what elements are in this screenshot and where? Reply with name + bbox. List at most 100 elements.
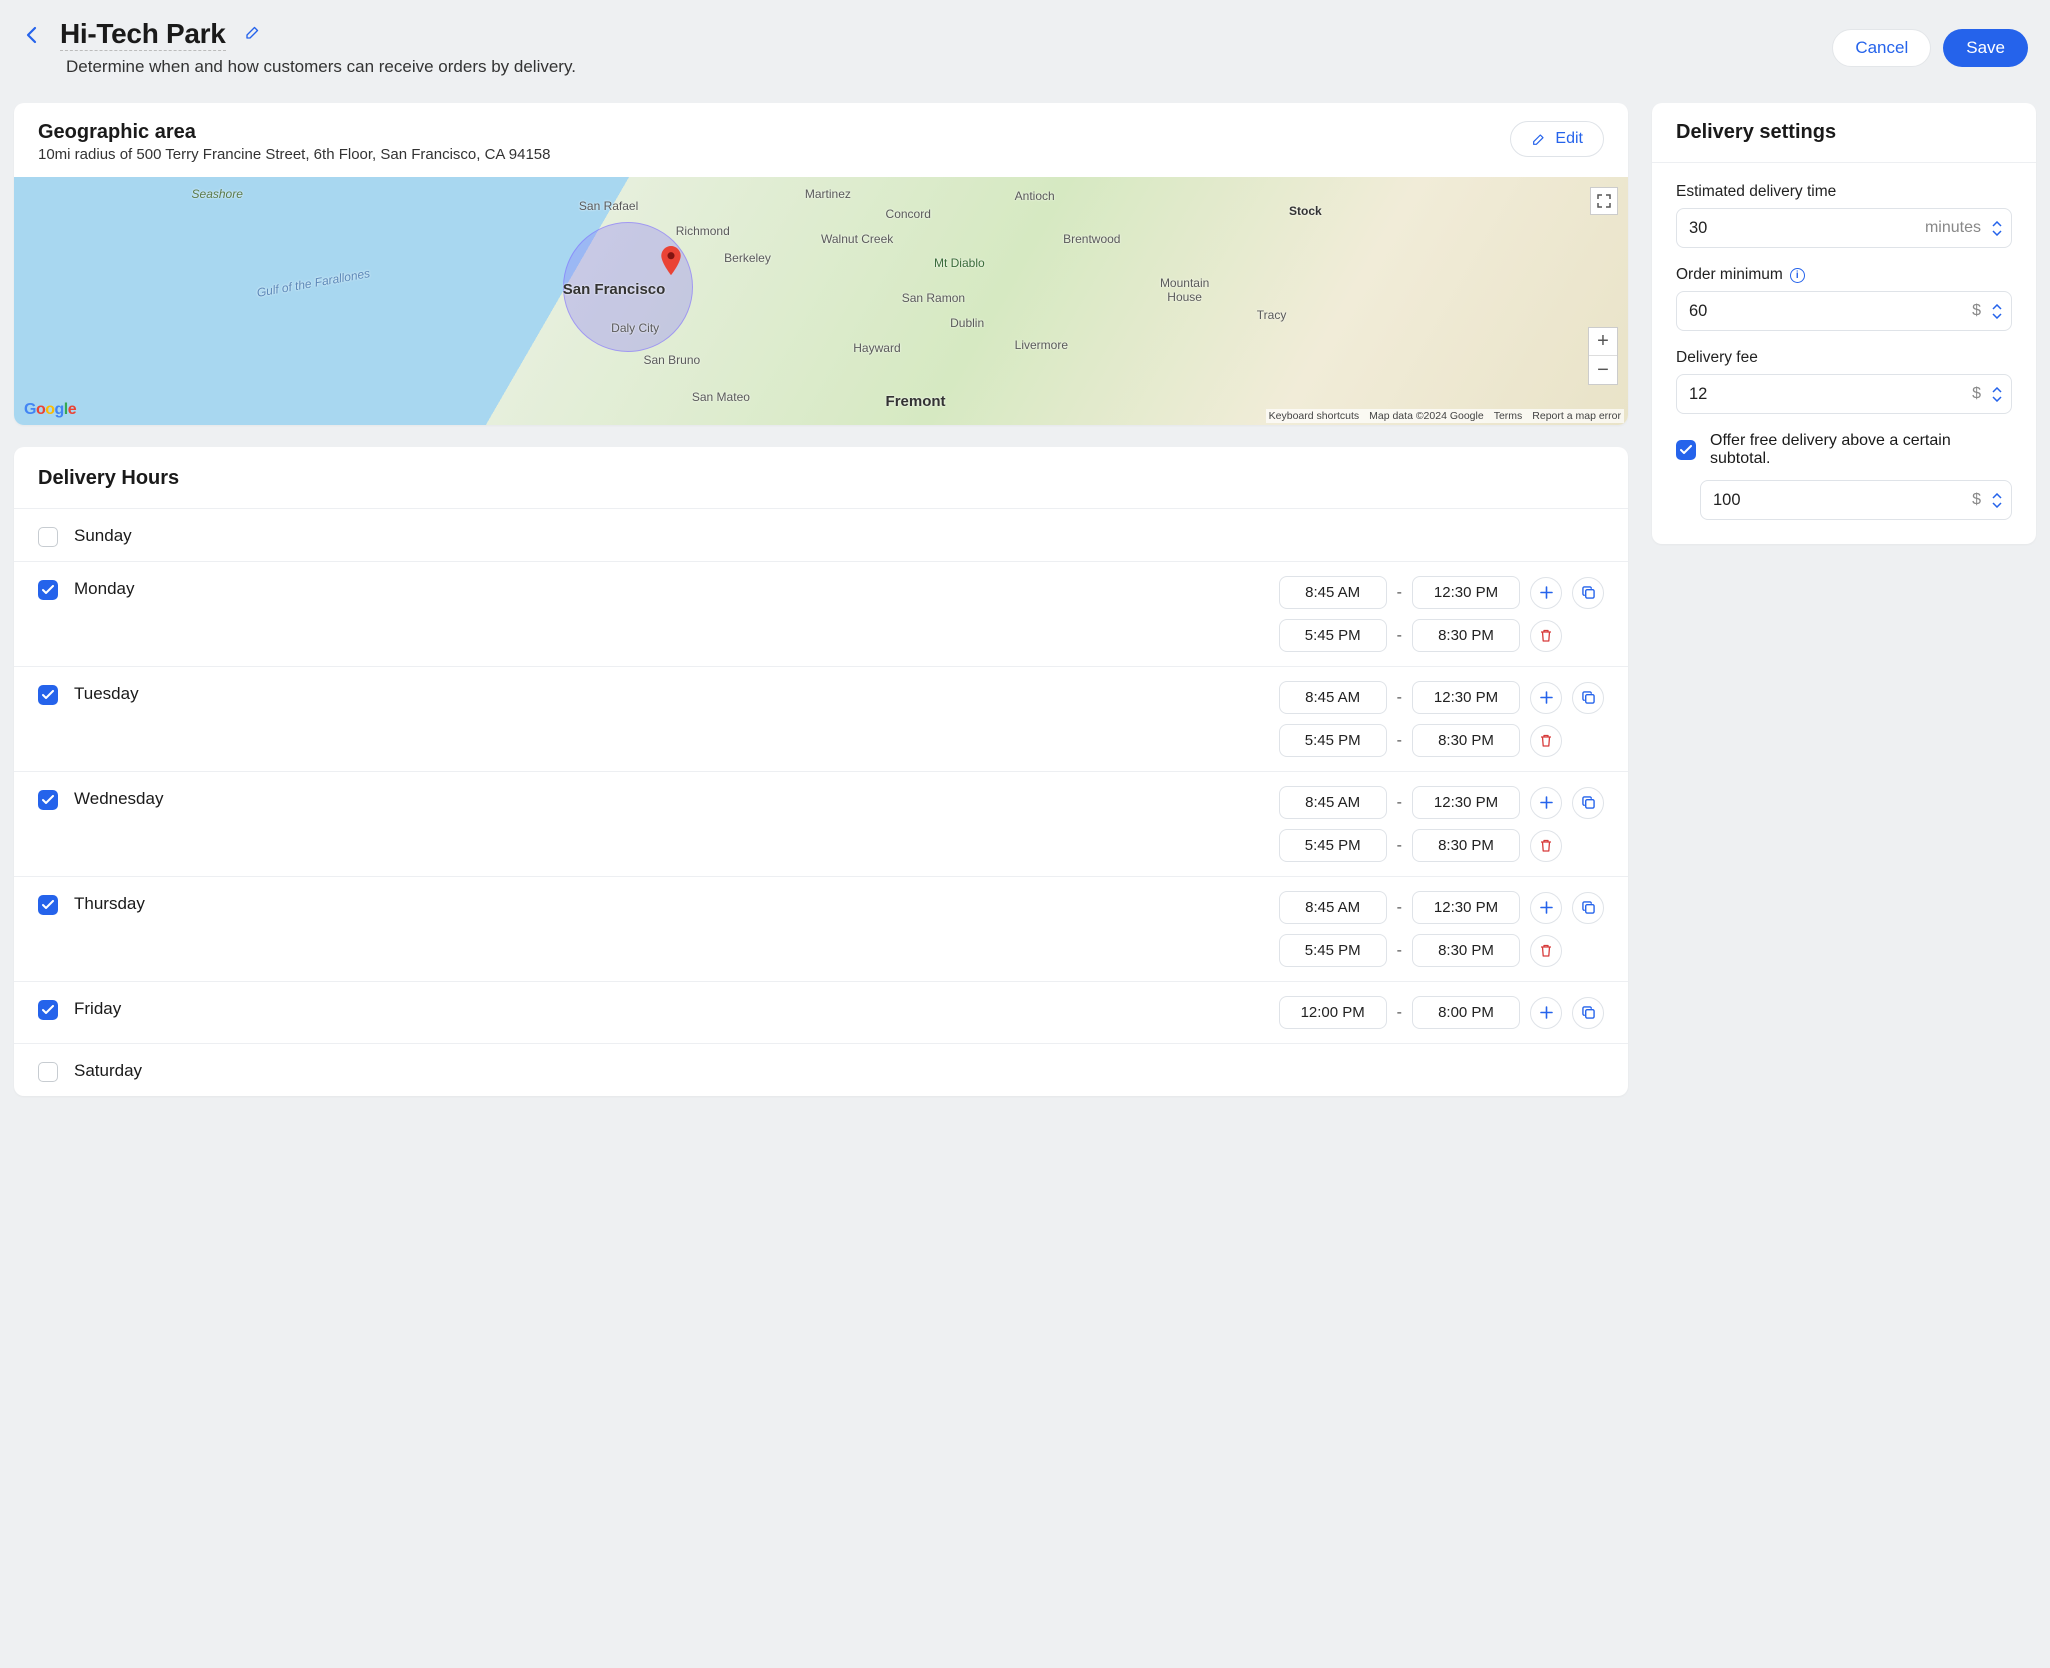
map-label: Stock — [1289, 204, 1322, 218]
map-label: Dublin — [950, 316, 984, 330]
time-end-input[interactable] — [1412, 724, 1520, 757]
map-label: Berkeley — [724, 251, 771, 265]
stepper-down-button[interactable] — [1991, 500, 2003, 509]
time-start-input[interactable] — [1279, 786, 1387, 819]
edit-title-icon[interactable] — [244, 23, 262, 46]
chevron-up-icon — [1992, 387, 2002, 393]
copy-slot-button[interactable] — [1572, 892, 1604, 924]
stepper-up-button[interactable] — [1991, 302, 2003, 311]
add-slot-button[interactable] — [1530, 577, 1562, 609]
stepper-down-button[interactable] — [1991, 228, 2003, 237]
info-icon[interactable]: i — [1790, 268, 1805, 283]
time-end-input[interactable] — [1412, 681, 1520, 714]
day-checkbox-sunday[interactable] — [38, 527, 58, 547]
day-checkbox-saturday[interactable] — [38, 1062, 58, 1082]
stepper-up-button[interactable] — [1991, 385, 2003, 394]
copy-slot-button[interactable] — [1572, 787, 1604, 819]
chevron-up-icon — [1992, 221, 2002, 227]
map-label: Walnut Creek — [821, 232, 893, 246]
day-row-saturday: Saturday — [14, 1043, 1628, 1096]
edit-geo-button[interactable]: Edit — [1510, 121, 1604, 157]
time-start-input[interactable] — [1279, 619, 1387, 652]
map-zoom-in-button[interactable]: + — [1589, 328, 1617, 356]
map-fullscreen-button[interactable] — [1590, 187, 1618, 215]
delete-slot-button[interactable] — [1530, 830, 1562, 862]
free-delivery-checkbox[interactable] — [1676, 440, 1696, 460]
delivery-fee-input[interactable] — [1689, 385, 1972, 404]
time-start-input[interactable] — [1279, 996, 1387, 1029]
day-checkbox-tuesday[interactable] — [38, 685, 58, 705]
day-label: Thursday — [74, 891, 224, 914]
order-minimum-input[interactable] — [1689, 302, 1972, 321]
chevron-up-icon — [1992, 304, 2002, 310]
time-start-input[interactable] — [1279, 891, 1387, 924]
back-button[interactable] — [20, 24, 42, 46]
map-label: Livermore — [1015, 338, 1068, 352]
map-zoom-out-button[interactable]: − — [1589, 356, 1617, 384]
time-end-input[interactable] — [1412, 786, 1520, 819]
trash-icon — [1540, 734, 1552, 747]
map-label: San Bruno — [643, 353, 700, 367]
add-slot-button[interactable] — [1530, 682, 1562, 714]
map-terms-link[interactable]: Terms — [1494, 410, 1523, 422]
day-checkbox-monday[interactable] — [38, 580, 58, 600]
map[interactable]: Seashore Gulf of the Farallones San Rafa… — [14, 177, 1628, 425]
stepper-up-button[interactable] — [1991, 219, 2003, 228]
plus-icon — [1540, 901, 1553, 914]
time-end-input[interactable] — [1412, 829, 1520, 862]
map-label: Seashore — [192, 187, 243, 201]
stepper-down-button[interactable] — [1991, 394, 2003, 403]
copy-icon — [1582, 796, 1595, 809]
stepper-down-button[interactable] — [1991, 311, 2003, 320]
copy-slot-button[interactable] — [1572, 997, 1604, 1029]
copy-icon — [1582, 901, 1595, 914]
map-label: Concord — [886, 207, 931, 221]
time-end-input[interactable] — [1412, 891, 1520, 924]
geo-description: 10mi radius of 500 Terry Francine Street… — [38, 146, 550, 163]
day-row-thursday: Thursday - - — [14, 876, 1628, 981]
add-slot-button[interactable] — [1530, 997, 1562, 1029]
map-copyright: Map data ©2024 Google — [1369, 410, 1484, 422]
time-end-input[interactable] — [1412, 934, 1520, 967]
map-pin-icon — [660, 246, 680, 274]
cancel-button[interactable]: Cancel — [1832, 29, 1931, 67]
time-end-input[interactable] — [1412, 576, 1520, 609]
time-start-input[interactable] — [1279, 681, 1387, 714]
chevron-down-icon — [1992, 230, 2002, 236]
day-checkbox-friday[interactable] — [38, 1000, 58, 1020]
map-report-link[interactable]: Report a map error — [1532, 410, 1621, 422]
stepper-up-button[interactable] — [1991, 491, 2003, 500]
time-start-input[interactable] — [1279, 576, 1387, 609]
chevron-down-icon — [1992, 396, 2002, 402]
day-checkbox-thursday[interactable] — [38, 895, 58, 915]
delivery-hours-title: Delivery Hours — [14, 447, 1628, 508]
day-row-monday: Monday - - — [14, 561, 1628, 666]
delete-slot-button[interactable] — [1530, 725, 1562, 757]
field-free-delivery: Offer free delivery above a certain subt… — [1676, 432, 2012, 520]
delete-slot-button[interactable] — [1530, 620, 1562, 652]
map-keyboard-shortcuts-link[interactable]: Keyboard shortcuts — [1269, 410, 1359, 422]
page-title[interactable]: Hi-Tech Park — [60, 18, 226, 51]
add-slot-button[interactable] — [1530, 787, 1562, 819]
map-label: Richmond — [676, 224, 730, 238]
time-start-input[interactable] — [1279, 829, 1387, 862]
time-start-input[interactable] — [1279, 724, 1387, 757]
time-end-input[interactable] — [1412, 619, 1520, 652]
copy-icon — [1582, 586, 1595, 599]
plus-icon — [1540, 796, 1553, 809]
save-button[interactable]: Save — [1943, 29, 2028, 67]
chevron-down-icon — [1992, 313, 2002, 319]
free-delivery-threshold-input[interactable] — [1713, 491, 1972, 510]
map-label: Daly City — [611, 321, 659, 335]
delivery-hours-card: Delivery Hours Sunday Monday - — [14, 447, 1628, 1096]
add-slot-button[interactable] — [1530, 892, 1562, 924]
day-checkbox-wednesday[interactable] — [38, 790, 58, 810]
estimated-time-input[interactable] — [1689, 219, 1925, 238]
time-end-input[interactable] — [1412, 996, 1520, 1029]
copy-icon — [1582, 691, 1595, 704]
map-label: Fremont — [886, 393, 946, 410]
copy-slot-button[interactable] — [1572, 682, 1604, 714]
delete-slot-button[interactable] — [1530, 935, 1562, 967]
time-start-input[interactable] — [1279, 934, 1387, 967]
copy-slot-button[interactable] — [1572, 577, 1604, 609]
